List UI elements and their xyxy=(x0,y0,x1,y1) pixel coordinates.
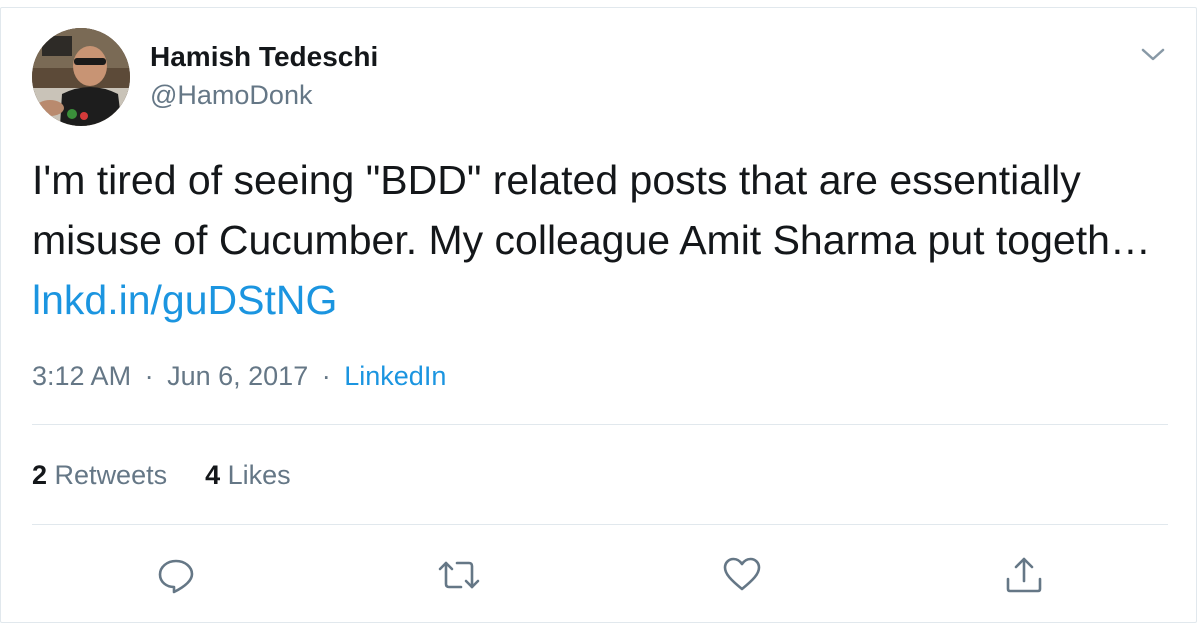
likes-stat[interactable]: 4 Likes xyxy=(205,457,291,493)
retweets-count: 2 xyxy=(32,460,48,490)
likes-count: 4 xyxy=(205,460,221,490)
meta-separator: · xyxy=(144,361,154,391)
avatar-photo xyxy=(32,28,130,126)
likes-label: Likes xyxy=(227,460,291,490)
retweets-label: Retweets xyxy=(54,460,168,490)
tweet-meta: 3:12 AM · Jun 6, 2017 · LinkedIn xyxy=(32,358,446,394)
reply-icon[interactable] xyxy=(151,550,201,600)
meta-separator: · xyxy=(321,361,331,391)
tweet-body: I'm tired of seeing "BDD" related posts … xyxy=(32,157,1151,263)
heart-icon[interactable] xyxy=(717,550,767,600)
retweets-stat[interactable]: 2 Retweets xyxy=(32,457,167,493)
display-name[interactable]: Hamish Tedeschi xyxy=(150,40,378,74)
tweet-time[interactable]: 3:12 AM xyxy=(32,361,131,391)
retweet-icon[interactable] xyxy=(434,550,484,600)
tweet-date[interactable]: Jun 6, 2017 xyxy=(167,361,308,391)
divider xyxy=(32,424,1168,425)
share-icon[interactable] xyxy=(999,550,1049,600)
tweet-stats: 2 Retweets 4 Likes xyxy=(32,457,329,493)
tweet-link[interactable]: lnkd.in/guDStNG xyxy=(32,277,337,323)
user-handle[interactable]: @HamoDonk xyxy=(150,78,312,112)
tweet-source-link[interactable]: LinkedIn xyxy=(344,361,446,391)
tweet-actions xyxy=(0,550,1198,600)
tweet-text: I'm tired of seeing "BDD" related posts … xyxy=(32,150,1182,330)
divider xyxy=(32,524,1168,525)
avatar[interactable] xyxy=(32,28,130,126)
chevron-down-icon[interactable] xyxy=(1138,40,1168,70)
